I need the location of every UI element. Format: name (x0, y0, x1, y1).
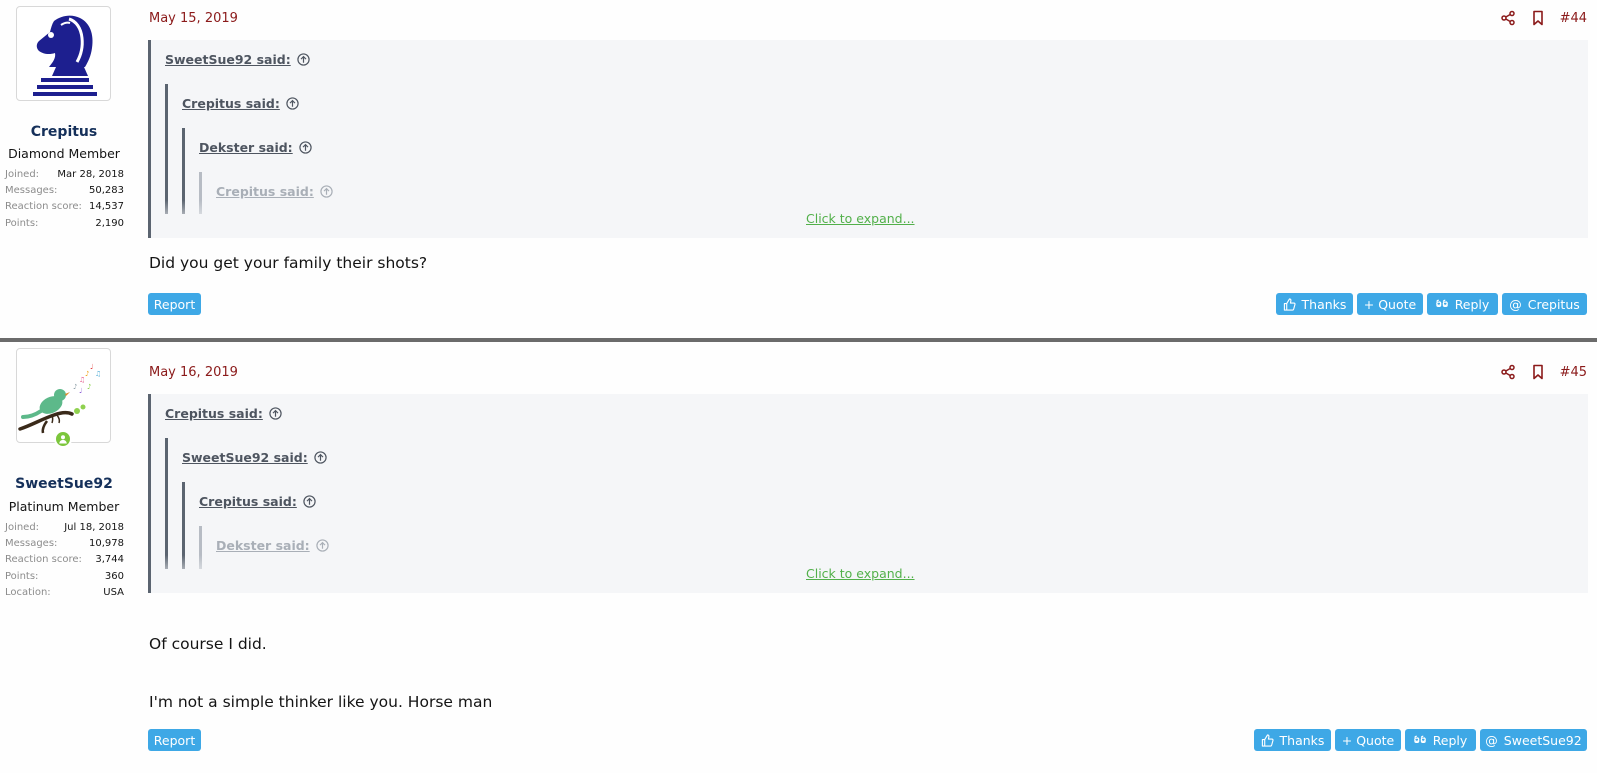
username[interactable]: Crepitus (0, 124, 128, 140)
quote-block: SweetSue92 said: Crepitus said: Dekster … (148, 40, 1588, 238)
quote-author[interactable]: SweetSue92 said: (182, 450, 308, 465)
quote-header[interactable]: SweetSue92 said: (182, 450, 327, 465)
avatar[interactable]: ♪ ♫ ♪ ♩ ♫ ♪ ♩ (16, 348, 111, 448)
thumbs-up-icon (1261, 734, 1274, 747)
arrow-up-circle-icon[interactable] (303, 495, 316, 508)
at-icon: @ (1509, 296, 1522, 312)
post-number[interactable]: #44 (1560, 11, 1587, 26)
quote-header[interactable]: SweetSue92 said: (165, 52, 310, 67)
stat-points: Points: 2,190 (5, 217, 124, 229)
arrow-up-circle-icon[interactable] (299, 141, 312, 154)
reply-button[interactable]: Reply (1427, 293, 1498, 315)
thanks-label: Thanks (1279, 732, 1325, 748)
quote-author[interactable]: Dekster said: (199, 140, 293, 155)
quote-header[interactable]: Crepitus said: (165, 406, 282, 421)
post-body-line: I'm not a simple thinker like you. Horse… (149, 693, 493, 711)
user-title: Platinum Member (8, 499, 120, 514)
quote-button[interactable]: + Quote (1335, 729, 1401, 751)
nested-quote: Crepitus said: Dekster said: Crepitus sa… (165, 84, 1585, 214)
stat-reaction-score: Reaction score: 3,744 (5, 554, 124, 566)
svg-text:♪: ♪ (73, 383, 77, 391)
post: Crepitus Diamond Member Joined: Mar 28, 2… (0, 0, 1597, 338)
stat-reaction-score: Reaction score: 14,537 (5, 201, 124, 213)
arrow-up-circle-icon[interactable] (320, 185, 333, 198)
share-icon[interactable] (1500, 10, 1516, 26)
username[interactable]: SweetSue92 (0, 476, 128, 492)
reply-label: Reply (1454, 296, 1490, 312)
stat-messages: Messages: 50,283 (5, 185, 124, 197)
mention-label: Crepitus (1527, 296, 1580, 312)
bookmark-icon[interactable] (1530, 364, 1546, 380)
report-button[interactable]: Report (148, 293, 201, 315)
reply-label: Reply (1432, 732, 1468, 748)
report-button[interactable]: Report (148, 729, 201, 751)
post: ♪ ♫ ♪ ♩ ♫ ♪ ♩ SweetSue92 Platinum Member… (0, 342, 1597, 773)
at-icon: @ (1485, 732, 1498, 748)
quote-author[interactable]: SweetSue92 said: (165, 52, 291, 67)
quote-author[interactable]: Crepitus said: (182, 96, 280, 111)
mention-button[interactable]: @ Crepitus (1502, 293, 1587, 315)
post-number[interactable]: #45 (1560, 365, 1587, 380)
quote-header[interactable]: Crepitus said: (216, 184, 333, 199)
expand-link[interactable]: Click to expand... (806, 211, 915, 226)
thanks-button[interactable]: Thanks (1276, 293, 1353, 315)
svg-text:♪: ♪ (87, 383, 91, 391)
svg-text:♪: ♪ (85, 370, 89, 378)
share-icon[interactable] (1500, 364, 1516, 380)
post-tools: #44 (1500, 10, 1587, 26)
quote-author[interactable]: Crepitus said: (165, 406, 263, 421)
quote-block: Crepitus said: SweetSue92 said: Crepitus… (148, 394, 1588, 593)
user-stats: Joined: Jul 18, 2018 Messages: 10,978 Reac… (5, 520, 124, 601)
user-title: Diamond Member (8, 146, 120, 161)
bookmark-icon[interactable] (1530, 10, 1546, 26)
arrow-up-circle-icon[interactable] (286, 97, 299, 110)
stat-messages: Messages: 10,978 (5, 538, 124, 550)
quote-author[interactable]: Crepitus said: (199, 494, 297, 509)
quote-marks-icon (1414, 734, 1427, 747)
mention-button[interactable]: @ SweetSue92 (1480, 729, 1587, 751)
svg-text:♩: ♩ (90, 363, 93, 371)
arrow-up-circle-icon[interactable] (297, 53, 310, 66)
quote-button[interactable]: + Quote (1357, 293, 1423, 315)
stat-joined: Joined: Mar 28, 2018 (5, 169, 124, 180)
svg-text:♫: ♫ (95, 370, 101, 378)
stat-joined: Joined: Jul 18, 2018 (5, 522, 124, 533)
singing-bird-icon: ♪ ♫ ♪ ♩ ♫ ♪ ♩ (18, 363, 101, 434)
stat-location: Location: USA (5, 586, 124, 598)
thanks-label: Thanks (1301, 296, 1347, 312)
quote-author[interactable]: Crepitus said: (216, 184, 314, 199)
mention-label: SweetSue92 (1503, 732, 1582, 748)
post-date[interactable]: May 15, 2019 (149, 11, 238, 26)
chess-knight-icon (33, 15, 97, 96)
arrow-up-circle-icon[interactable] (314, 451, 327, 464)
post-body-line: Did you get your family their shots? (149, 254, 428, 272)
quote-marks-icon (1436, 298, 1449, 311)
online-status-icon (54, 430, 72, 448)
reply-button[interactable]: Reply (1405, 729, 1476, 751)
stat-points: Points: 360 (5, 570, 124, 582)
quote-header[interactable]: Dekster said: (199, 140, 312, 155)
avatar[interactable] (16, 6, 111, 101)
expand-link[interactable]: Click to expand... (806, 566, 915, 581)
quote-header[interactable]: Dekster said: (216, 538, 329, 553)
nested-quote: SweetSue92 said: Crepitus said: Dekster … (165, 438, 1585, 569)
quote-header[interactable]: Crepitus said: (182, 96, 299, 111)
arrow-up-circle-icon[interactable] (269, 407, 282, 420)
arrow-up-circle-icon[interactable] (316, 539, 329, 552)
thumbs-up-icon (1283, 298, 1296, 311)
thanks-button[interactable]: Thanks (1254, 729, 1331, 751)
post-date[interactable]: May 16, 2019 (149, 365, 238, 380)
svg-text:♩: ♩ (79, 387, 82, 395)
post-tools: #45 (1500, 364, 1587, 380)
quote-header[interactable]: Crepitus said: (199, 494, 316, 509)
user-stats: Joined: Mar 28, 2018 Messages: 50,283 Reac… (5, 167, 124, 232)
post-body-line: Of course I did. (149, 635, 267, 653)
quote-author[interactable]: Dekster said: (216, 538, 310, 553)
